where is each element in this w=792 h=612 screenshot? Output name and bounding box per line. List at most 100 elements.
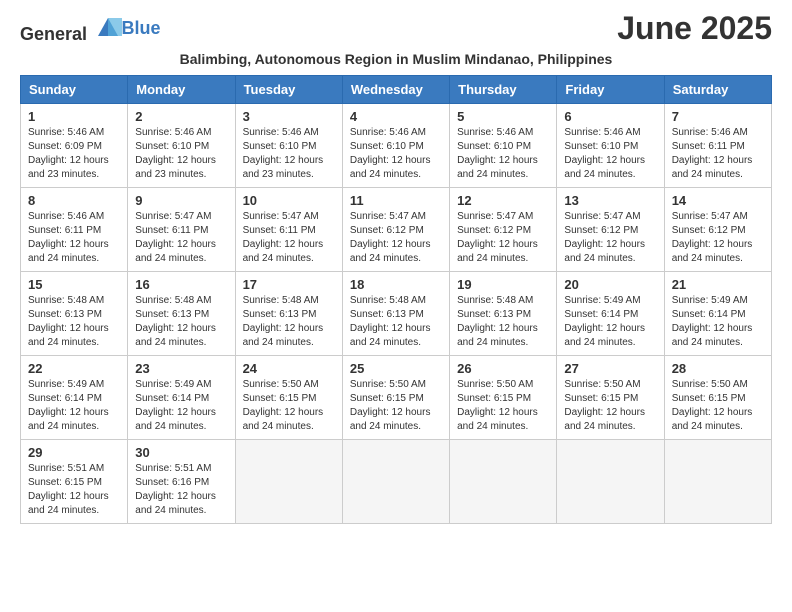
- weekday-header-thursday: Thursday: [450, 76, 557, 104]
- day-info: Sunrise: 5:50 AM Sunset: 6:15 PM Dayligh…: [672, 378, 764, 434]
- day-number: 28: [672, 361, 764, 376]
- weekday-header-saturday: Saturday: [664, 76, 771, 104]
- day-info: Sunrise: 5:47 AM Sunset: 6:11 PM Dayligh…: [243, 210, 335, 266]
- day-info: Sunrise: 5:46 AM Sunset: 6:11 PM Dayligh…: [28, 210, 120, 266]
- day-cell: 16 Sunrise: 5:48 AM Sunset: 6:13 PM Dayli…: [128, 272, 235, 356]
- day-cell: 11 Sunrise: 5:47 AM Sunset: 6:12 PM Dayli…: [342, 188, 449, 272]
- day-cell: 13Sunrise: 5:47 AM Sunset: 6:12 PM Dayli…: [557, 188, 664, 272]
- day-number: 3: [243, 109, 335, 124]
- day-number: 2: [135, 109, 227, 124]
- day-number: 9: [135, 193, 227, 208]
- day-cell: [450, 440, 557, 524]
- day-cell: 9 Sunrise: 5:47 AM Sunset: 6:11 PM Daylig…: [128, 188, 235, 272]
- day-number: 7: [672, 109, 764, 124]
- day-info: Sunrise: 5:47 AM Sunset: 6:11 PM Dayligh…: [135, 210, 227, 266]
- day-number: 5: [457, 109, 549, 124]
- day-cell: [664, 440, 771, 524]
- day-cell: 8 Sunrise: 5:46 AM Sunset: 6:11 PM Daylig…: [21, 188, 128, 272]
- day-number: 17: [243, 277, 335, 292]
- day-number: 21: [672, 277, 764, 292]
- logo-general: General: [20, 24, 87, 44]
- day-info: Sunrise: 5:46 AM Sunset: 6:09 PM Dayligh…: [28, 126, 120, 182]
- day-number: 12: [457, 193, 549, 208]
- day-info: Sunrise: 5:50 AM Sunset: 6:15 PM Dayligh…: [243, 378, 335, 434]
- day-info: Sunrise: 5:51 AM Sunset: 6:15 PM Dayligh…: [28, 462, 120, 518]
- day-cell: 25 Sunrise: 5:50 AM Sunset: 6:15 PM Dayli…: [342, 356, 449, 440]
- day-number: 18: [350, 277, 442, 292]
- day-info: Sunrise: 5:46 AM Sunset: 6:10 PM Dayligh…: [135, 126, 227, 182]
- day-number: 19: [457, 277, 549, 292]
- day-info: Sunrise: 5:49 AM Sunset: 6:14 PM Dayligh…: [135, 378, 227, 434]
- day-cell: 5 Sunrise: 5:46 AM Sunset: 6:10 PM Daylig…: [450, 104, 557, 188]
- day-info: Sunrise: 5:47 AM Sunset: 6:12 PM Dayligh…: [457, 210, 549, 266]
- day-number: 10: [243, 193, 335, 208]
- logo-blue: Blue: [122, 18, 161, 38]
- day-cell: 19 Sunrise: 5:48 AM Sunset: 6:13 PM Dayli…: [450, 272, 557, 356]
- day-cell: 23 Sunrise: 5:49 AM Sunset: 6:14 PM Dayli…: [128, 356, 235, 440]
- day-cell: 15 Sunrise: 5:48 AM Sunset: 6:13 PM Dayli…: [21, 272, 128, 356]
- day-info: Sunrise: 5:50 AM Sunset: 6:15 PM Dayligh…: [457, 378, 549, 434]
- day-info: Sunrise: 5:48 AM Sunset: 6:13 PM Dayligh…: [135, 294, 227, 350]
- day-cell: 29 Sunrise: 5:51 AM Sunset: 6:15 PM Dayli…: [21, 440, 128, 524]
- week-row-4: 22 Sunrise: 5:49 AM Sunset: 6:14 PM Dayli…: [21, 356, 772, 440]
- day-info: Sunrise: 5:46 AM Sunset: 6:10 PM Dayligh…: [350, 126, 442, 182]
- day-cell: 6 Sunrise: 5:46 AM Sunset: 6:10 PM Daylig…: [557, 104, 664, 188]
- day-cell: 22 Sunrise: 5:49 AM Sunset: 6:14 PM Dayli…: [21, 356, 128, 440]
- day-number: 26: [457, 361, 549, 376]
- day-info: Sunrise: 5:49 AM Sunset: 6:14 PM Dayligh…: [564, 294, 656, 350]
- day-cell: 7 Sunrise: 5:46 AM Sunset: 6:11 PM Daylig…: [664, 104, 771, 188]
- day-info: Sunrise: 5:48 AM Sunset: 6:13 PM Dayligh…: [457, 294, 549, 350]
- subtitle: Balimbing, Autonomous Region in Muslim M…: [20, 51, 772, 67]
- day-info: Sunrise: 5:48 AM Sunset: 6:13 PM Dayligh…: [350, 294, 442, 350]
- day-number: 8: [28, 193, 120, 208]
- day-cell: 28 Sunrise: 5:50 AM Sunset: 6:15 PM Dayli…: [664, 356, 771, 440]
- day-info: Sunrise: 5:50 AM Sunset: 6:15 PM Dayligh…: [350, 378, 442, 434]
- day-info: Sunrise: 5:46 AM Sunset: 6:10 PM Dayligh…: [457, 126, 549, 182]
- week-row-2: 8 Sunrise: 5:46 AM Sunset: 6:11 PM Daylig…: [21, 188, 772, 272]
- day-info: Sunrise: 5:47 AM Sunset: 6:12 PM Dayligh…: [564, 210, 656, 266]
- day-number: 16: [135, 277, 227, 292]
- day-cell: [235, 440, 342, 524]
- weekday-header-wednesday: Wednesday: [342, 76, 449, 104]
- weekday-header-sunday: Sunday: [21, 76, 128, 104]
- day-number: 11: [350, 193, 442, 208]
- calendar: SundayMondayTuesdayWednesdayThursdayFrid…: [20, 75, 772, 524]
- day-number: 25: [350, 361, 442, 376]
- day-cell: 21Sunrise: 5:49 AM Sunset: 6:14 PM Dayli…: [664, 272, 771, 356]
- day-number: 29: [28, 445, 120, 460]
- day-cell: 18 Sunrise: 5:48 AM Sunset: 6:13 PM Dayli…: [342, 272, 449, 356]
- week-row-3: 15 Sunrise: 5:48 AM Sunset: 6:13 PM Dayli…: [21, 272, 772, 356]
- day-number: 15: [28, 277, 120, 292]
- day-info: Sunrise: 5:48 AM Sunset: 6:13 PM Dayligh…: [28, 294, 120, 350]
- day-info: Sunrise: 5:46 AM Sunset: 6:11 PM Dayligh…: [672, 126, 764, 182]
- day-cell: 2 Sunrise: 5:46 AM Sunset: 6:10 PM Daylig…: [128, 104, 235, 188]
- day-number: 4: [350, 109, 442, 124]
- day-number: 23: [135, 361, 227, 376]
- weekday-header-row: SundayMondayTuesdayWednesdayThursdayFrid…: [21, 76, 772, 104]
- day-info: Sunrise: 5:49 AM Sunset: 6:14 PM Dayligh…: [28, 378, 120, 434]
- day-info: Sunrise: 5:46 AM Sunset: 6:10 PM Dayligh…: [243, 126, 335, 182]
- day-number: 22: [28, 361, 120, 376]
- day-cell: 20Sunrise: 5:49 AM Sunset: 6:14 PM Dayli…: [557, 272, 664, 356]
- day-info: Sunrise: 5:46 AM Sunset: 6:10 PM Dayligh…: [564, 126, 656, 182]
- day-number: 6: [564, 109, 656, 124]
- day-number: 27: [564, 361, 656, 376]
- header: General Blue June 2025: [20, 10, 772, 47]
- day-info: Sunrise: 5:47 AM Sunset: 6:12 PM Dayligh…: [350, 210, 442, 266]
- day-cell: 14Sunrise: 5:47 AM Sunset: 6:12 PM Dayli…: [664, 188, 771, 272]
- logo-icon: [94, 12, 122, 40]
- day-cell: 10 Sunrise: 5:47 AM Sunset: 6:11 PM Dayli…: [235, 188, 342, 272]
- day-info: Sunrise: 5:50 AM Sunset: 6:15 PM Dayligh…: [564, 378, 656, 434]
- day-cell: 4 Sunrise: 5:46 AM Sunset: 6:10 PM Daylig…: [342, 104, 449, 188]
- day-info: Sunrise: 5:47 AM Sunset: 6:12 PM Dayligh…: [672, 210, 764, 266]
- day-cell: 27 Sunrise: 5:50 AM Sunset: 6:15 PM Dayli…: [557, 356, 664, 440]
- day-number: 30: [135, 445, 227, 460]
- day-number: 1: [28, 109, 120, 124]
- day-cell: 24 Sunrise: 5:50 AM Sunset: 6:15 PM Dayli…: [235, 356, 342, 440]
- logo: General Blue: [20, 12, 161, 45]
- day-info: Sunrise: 5:48 AM Sunset: 6:13 PM Dayligh…: [243, 294, 335, 350]
- day-number: 24: [243, 361, 335, 376]
- weekday-header-monday: Monday: [128, 76, 235, 104]
- day-cell: [557, 440, 664, 524]
- day-info: Sunrise: 5:51 AM Sunset: 6:16 PM Dayligh…: [135, 462, 227, 518]
